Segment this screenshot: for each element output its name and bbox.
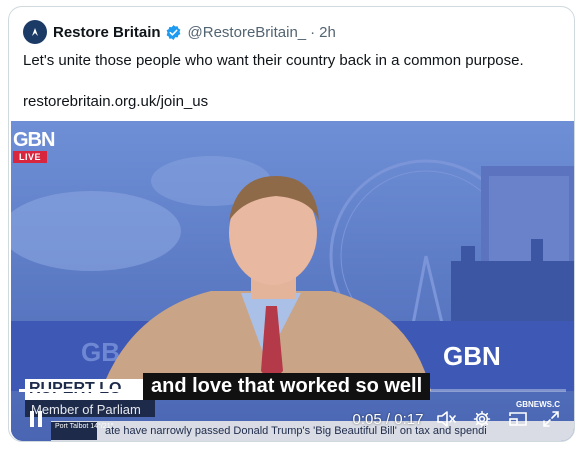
display-name[interactable]: Restore Britain [53, 24, 161, 41]
settings-button[interactable] [470, 404, 494, 434]
tweet-card[interactable]: Restore Britain @RestoreBritain_ · 2h Le… [8, 6, 575, 442]
video-controls: 0:05 / 0:17 [11, 404, 574, 434]
fullscreen-button[interactable] [539, 404, 563, 434]
pip-button[interactable] [506, 404, 530, 434]
video-caption: and love that worked so well [143, 373, 431, 400]
svg-text:GB: GB [81, 337, 120, 367]
svg-text:GBN: GBN [443, 341, 501, 371]
tweet-text: Let's unite those people who want their … [23, 52, 524, 69]
fullscreen-icon [543, 411, 559, 427]
pause-button[interactable] [23, 404, 49, 434]
channel-logo: GBN [13, 129, 55, 151]
mute-button[interactable] [434, 404, 458, 434]
picture-in-picture-icon [509, 412, 527, 426]
restore-britain-logo-icon [32, 28, 38, 36]
pause-icon [30, 411, 42, 427]
gear-icon [473, 410, 491, 428]
tweet-link[interactable]: restorebritain.org.uk/join_us [23, 93, 208, 110]
video-player[interactable]: GB GBN GBN LIVE RUPERT LO Member of Parl… [11, 121, 574, 441]
muted-speaker-icon [437, 411, 456, 427]
user-handle[interactable]: @RestoreBritain_ [188, 24, 307, 41]
avatar[interactable] [23, 20, 47, 44]
verified-badge-icon [165, 24, 182, 41]
live-badge: LIVE [13, 151, 48, 163]
post-time[interactable]: 2h [319, 24, 336, 41]
separator-dot: · [310, 23, 316, 41]
tweet-header: Restore Britain @RestoreBritain_ · 2h [23, 19, 336, 45]
time-display: 0:05 / 0:17 [352, 410, 424, 428]
